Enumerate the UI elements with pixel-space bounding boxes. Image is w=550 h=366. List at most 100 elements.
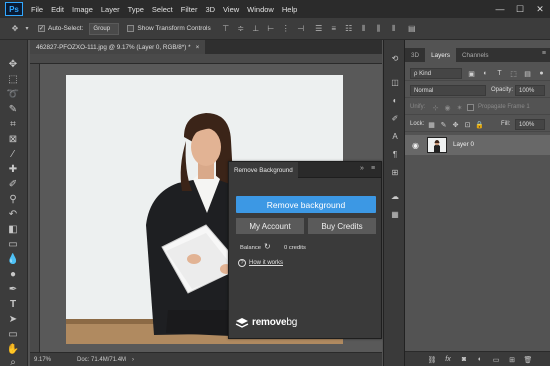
zoom-tool-icon[interactable]: ⌕ (6, 356, 20, 366)
tab-3d[interactable]: 3D (405, 48, 425, 62)
path-selection-tool-icon[interactable]: ➤ (6, 313, 20, 325)
document-tab-close-icon[interactable]: × (196, 44, 200, 51)
character-icon[interactable]: A (389, 130, 401, 142)
creative-cloud-icon[interactable]: ☁ (389, 190, 401, 202)
menu-image[interactable]: Image (72, 5, 93, 14)
menu-view[interactable]: View (223, 5, 239, 14)
chevron-down-icon[interactable]: ▾ (22, 24, 32, 34)
unify-visibility-icon[interactable]: ◉ (443, 103, 452, 112)
new-group-icon[interactable]: ▭ (491, 355, 501, 364)
show-transform-checkbox[interactable] (127, 25, 135, 32)
timeline-icon[interactable]: ⊞ (389, 166, 401, 178)
add-mask-icon[interactable]: ◙ (459, 355, 469, 364)
align-left-icon[interactable]: ⊢ (266, 24, 276, 34)
menu-window[interactable]: Window (247, 5, 274, 14)
lock-transparent-icon[interactable]: ▦ (427, 120, 436, 129)
blend-mode-dropdown[interactable]: Normal (410, 85, 486, 96)
align-center-icon[interactable]: ⋮ (281, 24, 291, 34)
history-brush-tool-icon[interactable]: ↶ (6, 208, 20, 220)
distribute-horizontal-icon[interactable]: ⫼ (374, 24, 384, 34)
link-layers-icon[interactable]: ⛓ (427, 355, 437, 364)
refresh-icon[interactable]: ↻ (264, 242, 271, 251)
gradient-tool-icon[interactable]: ▭ (6, 238, 20, 250)
lock-image-icon[interactable]: ✎ (439, 120, 448, 129)
dodge-tool-icon[interactable]: ● (6, 268, 20, 280)
quick-select-tool-icon[interactable]: ✎ (6, 103, 20, 115)
filter-adjustment-icon[interactable]: ◐ (481, 69, 490, 78)
auto-align-icon[interactable]: ▤ (407, 24, 417, 34)
close-button[interactable]: ✕ (530, 0, 550, 18)
rectangle-tool-icon[interactable]: ▭ (6, 328, 20, 340)
crop-tool-icon[interactable]: ⌗ (6, 118, 20, 130)
distribute-left-icon[interactable]: ⦀ (359, 24, 369, 34)
remove-background-plugin-icon[interactable]: ▦ (389, 208, 401, 220)
unify-position-icon[interactable]: ⊹ (431, 103, 440, 112)
panel-menu-icon[interactable]: ≡ (371, 165, 375, 172)
lasso-tool-icon[interactable]: ➰ (6, 88, 20, 100)
opacity-field[interactable]: 100% (515, 85, 545, 96)
clone-stamp-tool-icon[interactable]: ⚲ (6, 193, 20, 205)
paragraph-icon[interactable]: ¶ (389, 148, 401, 160)
pen-tool-icon[interactable]: ✒ (6, 283, 20, 295)
distribute-bottom-icon[interactable]: ☷ (344, 24, 354, 34)
filter-smart-object-icon[interactable]: ▤ (523, 69, 532, 78)
healing-brush-tool-icon[interactable]: ✚ (6, 163, 20, 175)
distribute-right-icon[interactable]: ⫴ (389, 24, 399, 34)
tab-channels[interactable]: Channels (456, 48, 495, 62)
align-bottom-icon[interactable]: ⊥ (251, 24, 261, 34)
layer-row[interactable]: ◉ Layer 0 (405, 135, 550, 155)
layer-name[interactable]: Layer 0 (453, 141, 474, 148)
filter-shape-icon[interactable]: ⬚ (509, 69, 518, 78)
align-right-icon[interactable]: ⊣ (296, 24, 306, 34)
how-it-works-link[interactable]: How it works (249, 260, 283, 266)
lock-artboard-icon[interactable]: ⊡ (463, 120, 472, 129)
menu-select[interactable]: Select (152, 5, 173, 14)
filter-toggle-icon[interactable]: ● (537, 69, 546, 78)
collapse-panel-icon[interactable]: » (360, 165, 364, 172)
lock-all-icon[interactable]: 🔒 (475, 120, 484, 129)
remove-background-button[interactable]: Remove background (236, 196, 376, 213)
distribute-center-icon[interactable]: ≡ (329, 24, 339, 34)
auto-select-checkbox[interactable]: ✓ (38, 25, 45, 32)
lock-position-icon[interactable]: ✥ (451, 120, 460, 129)
move-tool-icon[interactable]: ✥ (6, 58, 20, 70)
delete-layer-icon[interactable]: 🗑 (523, 355, 533, 364)
maximize-button[interactable]: ☐ (510, 0, 530, 18)
menu-type[interactable]: Type (128, 5, 144, 14)
remove-background-tab[interactable]: Remove Background (229, 162, 298, 178)
brush-tool-icon[interactable]: ✐ (6, 178, 20, 190)
history-icon[interactable]: ⟲ (389, 52, 401, 64)
document-tab[interactable]: 462827-PFOZXO-111.jpg @ 9.17% (Layer 0, … (30, 40, 206, 54)
menu-filter[interactable]: Filter (181, 5, 198, 14)
eraser-tool-icon[interactable]: ◧ (6, 223, 20, 235)
layer-kind-filter[interactable]: ρ Kind (410, 68, 462, 79)
visibility-eye-icon[interactable]: ◉ (411, 141, 420, 150)
tab-layers[interactable]: Layers (425, 48, 456, 62)
new-layer-icon[interactable]: ⊞ (507, 355, 517, 364)
brush-presets-icon[interactable]: ✐ (389, 112, 401, 124)
type-tool-icon[interactable]: T (6, 298, 20, 310)
frame-tool-icon[interactable]: ⊠ (6, 133, 20, 145)
menu-file[interactable]: File (31, 5, 43, 14)
blur-tool-icon[interactable]: 💧 (6, 253, 20, 265)
layer-style-icon[interactable]: fx (443, 355, 453, 364)
minimize-button[interactable]: — (490, 0, 510, 18)
zoom-level[interactable]: 9.17% (34, 357, 51, 363)
fill-field[interactable]: 100% (515, 119, 545, 130)
hand-tool-icon[interactable]: ✋ (6, 343, 20, 355)
marquee-tool-icon[interactable]: ⬚ (6, 73, 20, 85)
eyedropper-tool-icon[interactable]: ⁄ (6, 148, 20, 160)
move-tool-preset-icon[interactable]: ✥ (10, 24, 20, 34)
layers-panel-menu-icon[interactable]: ≡ (542, 50, 546, 57)
menu-edit[interactable]: Edit (51, 5, 64, 14)
distribute-icon[interactable]: ☰ (314, 24, 324, 34)
status-menu-arrow[interactable]: › (132, 357, 134, 363)
filter-type-icon[interactable]: T (495, 69, 504, 78)
auto-select-target-dropdown[interactable]: Group (89, 22, 120, 35)
properties-icon[interactable]: ◫ (389, 76, 401, 88)
filter-pixel-icon[interactable]: ▣ (467, 69, 476, 78)
unify-style-icon[interactable]: ✶ (455, 103, 464, 112)
align-top-icon[interactable]: ⊤ (221, 24, 231, 34)
align-middle-icon[interactable]: ≑ (236, 24, 246, 34)
menu-3d[interactable]: 3D (205, 5, 215, 14)
